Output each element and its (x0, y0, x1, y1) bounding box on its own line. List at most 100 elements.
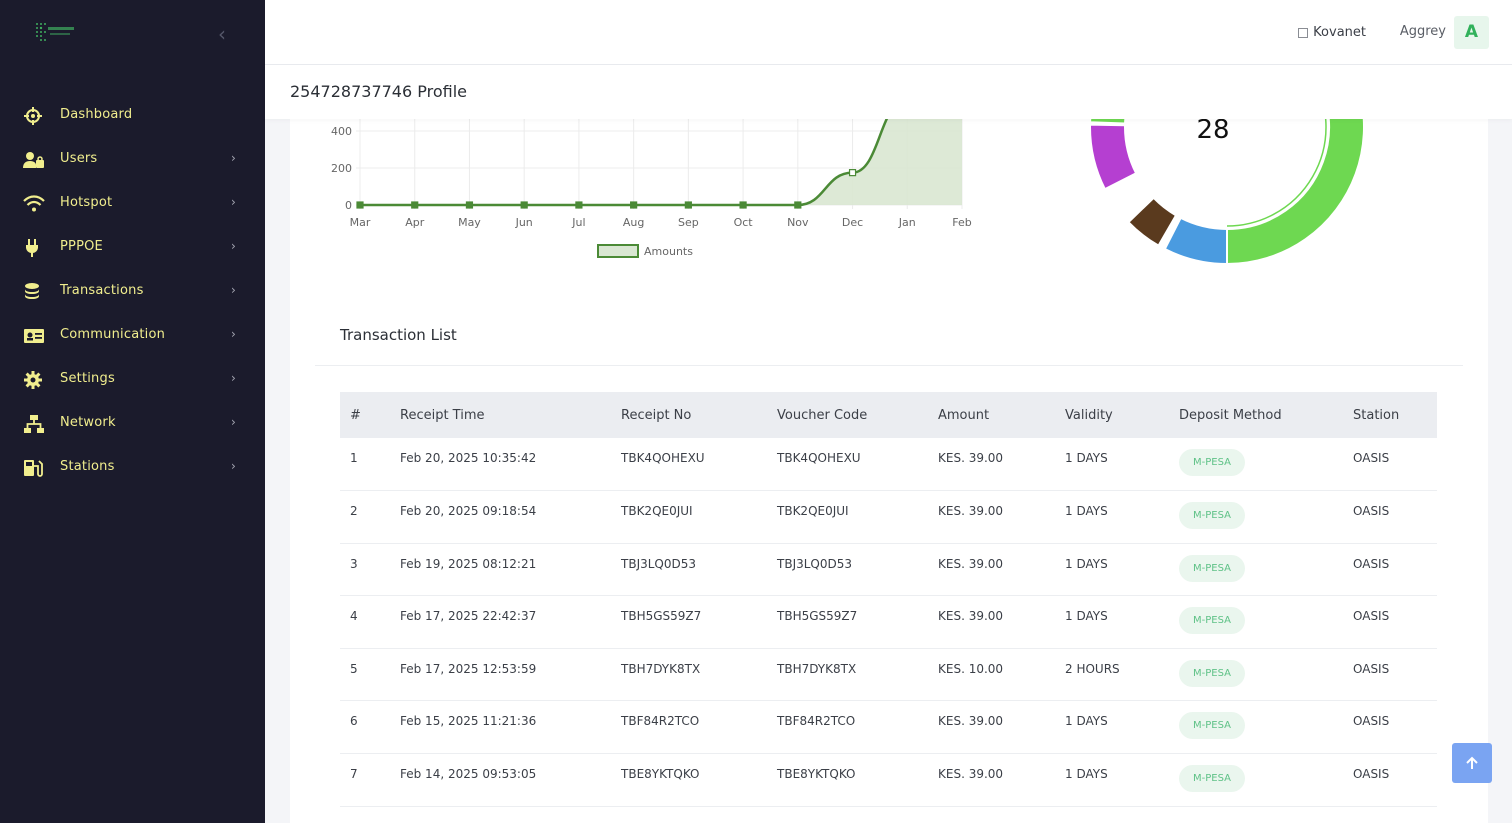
user-name[interactable]: Aggrey (1400, 24, 1446, 39)
cell-voucher: TBE8YKTQKO (767, 753, 928, 807)
table-row[interactable]: 1 Feb 20, 2025 10:35:42 TBK4QOHEXU TBK4QOHE… (340, 438, 1437, 492)
arrow-up-icon (1466, 756, 1478, 769)
cell-amount: KES. 39.00 (928, 700, 1055, 755)
donut-slice[interactable] (1127, 196, 1178, 248)
cell-method: M-PESA (1169, 595, 1343, 649)
column-header[interactable]: Receipt Time (390, 392, 611, 438)
column-header[interactable]: Voucher Code (767, 392, 928, 438)
column-header[interactable]: Deposit Method (1169, 392, 1343, 438)
chevron-right-icon: › (231, 371, 236, 385)
chevron-right-icon: › (231, 195, 236, 209)
cell-amount: KES. 10.00 (928, 648, 1055, 702)
chevron-right-icon: › (231, 459, 236, 473)
donut-slice[interactable] (1089, 92, 1130, 125)
column-header[interactable]: # (340, 392, 390, 438)
donut-slice[interactable] (1163, 216, 1228, 266)
sidebar-item-dashboard[interactable]: Dashboard (0, 94, 265, 138)
network-icon (24, 415, 44, 433)
cell-amount: KES. 39.00 (928, 438, 1055, 492)
cell-method: M-PESA (1169, 490, 1343, 544)
column-header[interactable]: Receipt No (611, 392, 767, 438)
chevron-right-icon: › (231, 151, 236, 165)
donut-slice[interactable] (1226, 20, 1365, 266)
cell-voucher: TBJ3LQ0D53 (767, 543, 928, 597)
column-header[interactable]: Amount (928, 392, 1055, 438)
cell-amount: KES. 39.00 (928, 595, 1055, 649)
donut-chart-card: 28 (995, 20, 1465, 287)
donut-chart: 28 (1089, 20, 1365, 266)
sidebar-item-communication[interactable]: Communication › (0, 314, 265, 358)
sidebar-item-pppoe[interactable]: PPPOE › (0, 226, 265, 270)
data-point (465, 201, 474, 209)
cell-station: OASIS (1343, 490, 1437, 544)
table-row[interactable]: 2 Feb 20, 2025 09:18:54 TBK2QE0JUI TBK2QE0J… (340, 490, 1437, 544)
transaction-list-title: Transaction List (340, 326, 457, 344)
data-point (630, 201, 638, 209)
deposit-method-badge: M-PESA (1179, 449, 1245, 476)
x-tick-label: Oct (734, 216, 754, 229)
cell-time: Feb 20, 2025 10:35:42 (390, 438, 611, 492)
org-switcher[interactable]: Kovanet (1298, 25, 1366, 40)
deposit-method-badge: M-PESA (1179, 765, 1245, 793)
deposit-method-badge: M-PESA (1179, 554, 1245, 582)
donut-center-label: 28 (1196, 119, 1229, 145)
main-content: 0 200 400 Mar Apr May Jun Jul Aug Sep Oct Nov Dec Jan… (290, 20, 1488, 823)
cell-receipt: TBF84R2TCO (611, 700, 767, 755)
org-name: Kovanet (1313, 25, 1366, 40)
cell-receipt: TBH5GS59Z7 (611, 595, 767, 649)
gear-icon (24, 371, 42, 389)
cell-validity: 1 DAYS (1055, 700, 1169, 755)
top-header: Kovanet Aggrey A (265, 0, 1512, 65)
cell-method: M-PESA (1169, 753, 1343, 807)
chevron-right-icon: › (231, 239, 236, 253)
kovac-logo[interactable] (33, 18, 79, 46)
sidebar-item-label: Network (60, 415, 116, 430)
cell-method: M-PESA (1169, 543, 1343, 597)
sidebar-item-label: Hotspot (60, 195, 113, 210)
donut-slice[interactable] (1089, 123, 1138, 191)
dashboard-icon (24, 107, 42, 125)
sidebar-item-hotspot[interactable]: Hotspot › (0, 182, 265, 226)
sidebar-item-users[interactable]: Users › (0, 138, 265, 182)
y-tick-label: 0 (345, 199, 352, 212)
deposit-method-badge: M-PESA (1179, 502, 1245, 530)
table-header-row: # Receipt Time Receipt No Voucher Code A… (340, 392, 1437, 438)
column-header[interactable]: Station (1343, 392, 1437, 438)
x-tick-label: Feb (952, 216, 971, 229)
legend-swatch (597, 244, 639, 258)
sidebar-item-settings[interactable]: Settings › (0, 358, 265, 402)
data-point (411, 201, 419, 209)
deposit-method-badge: M-PESA (1179, 712, 1245, 740)
data-point (794, 201, 802, 209)
cell-amount: KES. 39.00 (928, 543, 1055, 597)
x-tick-label: Dec (842, 216, 863, 229)
sidebar-item-label: Users (60, 151, 98, 166)
sidebar-item-transactions[interactable]: Transactions › (0, 270, 265, 314)
table-row[interactable]: 5 Feb 17, 2025 12:53:59 TBH7DYK8TX TBH7DYK8… (340, 648, 1437, 702)
sidebar-item-label: Communication (60, 327, 166, 342)
data-point (848, 169, 857, 177)
cell-receipt: TBK4QOHEXU (611, 438, 767, 492)
scroll-to-top-button[interactable] (1452, 743, 1492, 783)
cell-receipt: TBJ3LQ0D53 (611, 543, 767, 597)
building-icon (1298, 27, 1309, 38)
sidebar-item-stations[interactable]: Stations › (0, 446, 265, 490)
avatar[interactable]: A (1454, 16, 1489, 49)
column-header[interactable]: Validity (1055, 392, 1169, 438)
table-row[interactable]: 3 Feb 19, 2025 08:12:21 TBJ3LQ0D53 TBJ3LQ0D… (340, 543, 1437, 597)
table-row[interactable]: 4 Feb 17, 2025 22:42:37 TBH5GS59Z7 TBH5GS59… (340, 595, 1437, 649)
page-header: 254728737746 Profile (265, 65, 1512, 119)
table-row[interactable]: 7 Feb 14, 2025 09:53:05 TBE8YKTQKO TBE8YKTQ… (340, 753, 1437, 807)
sidebar-item-label: Dashboard (60, 107, 133, 122)
cell-amount: KES. 39.00 (928, 490, 1055, 544)
sidebar-item-network[interactable]: Network › (0, 402, 265, 446)
x-tick-label: May (458, 216, 481, 229)
table-row[interactable]: 6 Feb 15, 2025 11:21:36 TBF84R2TCO TBF84R2T… (340, 700, 1437, 755)
y-tick-label: 400 (331, 125, 352, 138)
cell-voucher: TBK2QE0JUI (767, 490, 928, 544)
cell-amount: KES. 39.00 (928, 753, 1055, 807)
coins-icon (25, 283, 39, 299)
chevron-right-icon: › (231, 283, 236, 297)
cell-station: OASIS (1343, 543, 1437, 597)
collapse-sidebar-icon[interactable]: ‹ (218, 22, 226, 46)
